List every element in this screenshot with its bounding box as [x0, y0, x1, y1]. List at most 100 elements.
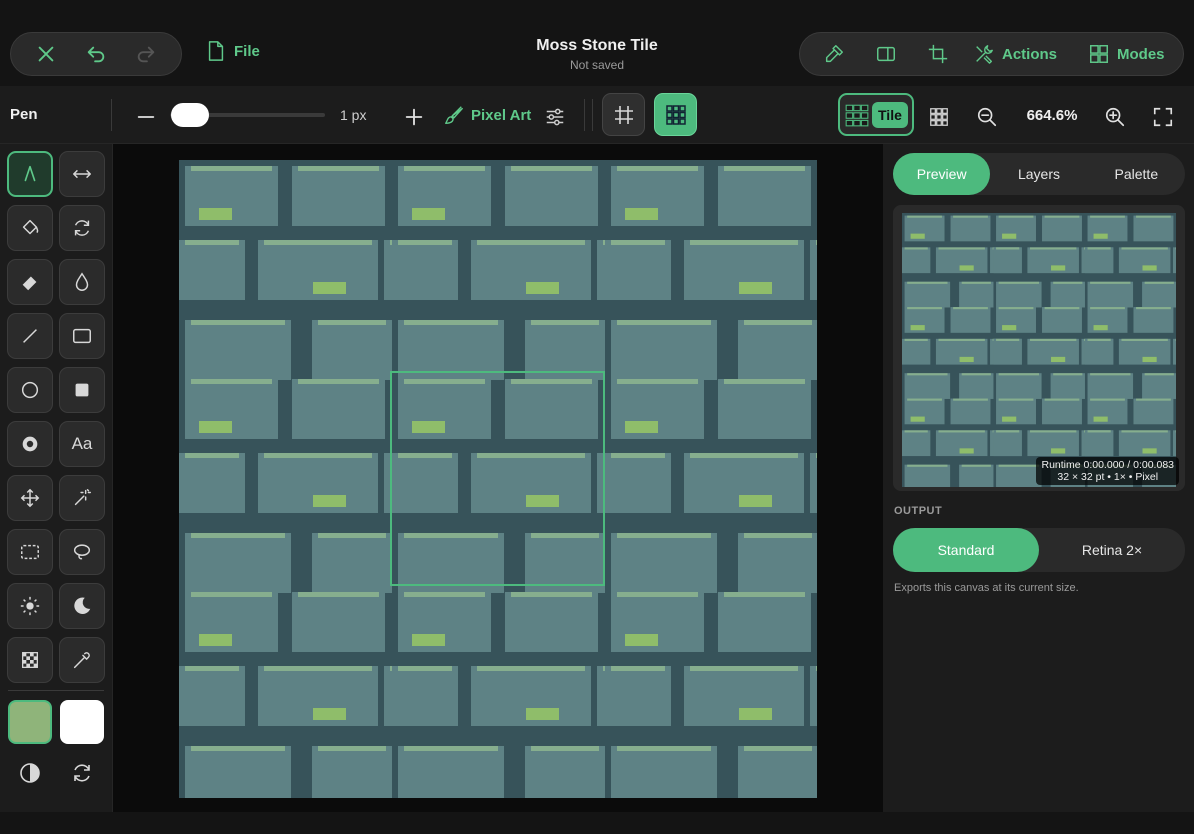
rectangle-tool[interactable] [59, 313, 105, 359]
canvas-brick [185, 320, 291, 380]
canvas-brick-highlight [690, 666, 798, 671]
brush-settings-button[interactable] [808, 37, 860, 71]
tab-palette[interactable]: Palette [1088, 153, 1185, 195]
swap-colors-button[interactable] [59, 760, 105, 786]
grid-modes-icon [1090, 45, 1108, 63]
tile-grid-toggle[interactable] [654, 93, 697, 136]
tile-mode-toggle[interactable]: Tile [838, 93, 914, 136]
line-tool[interactable] [7, 313, 53, 359]
tab-preview[interactable]: Preview [893, 153, 991, 195]
lasso-tool[interactable] [59, 529, 105, 575]
tile-canvas[interactable] [179, 160, 817, 798]
blur-tool[interactable] [59, 259, 105, 305]
file-button[interactable]: File [206, 40, 260, 62]
preview-brick [1142, 281, 1176, 308]
canvas-brick [292, 592, 385, 652]
mirror-tool[interactable] [59, 151, 105, 197]
canvas-brick [392, 240, 458, 300]
inspector-panel: Preview Layers Palette Runtime 0:00.000 … [883, 144, 1194, 812]
runtime-info: Runtime 0:00.000 / 0:00.083 32 × 32 pt •… [1036, 457, 1179, 485]
preview-brick-highlight [998, 307, 1034, 310]
canvas-moss-patch [313, 282, 346, 294]
magic-wand-tool[interactable] [59, 475, 105, 521]
increase-size-button[interactable] [397, 100, 431, 134]
crop-icon [928, 44, 948, 64]
preview-moss-patch [910, 416, 925, 422]
canvas-brick [718, 379, 811, 439]
undo-button[interactable] [79, 37, 113, 71]
preview-brick [950, 307, 991, 333]
canvas-brick-highlight [477, 240, 585, 245]
canvas-brick [505, 592, 598, 652]
lighten-tool[interactable] [7, 583, 53, 629]
ellipse-tool[interactable] [7, 367, 53, 413]
preview-brick [1042, 398, 1082, 425]
tab-layers[interactable]: Layers [990, 153, 1087, 195]
filled-rectangle-tool[interactable] [59, 367, 105, 413]
preview-brick-highlight [904, 338, 928, 341]
zoom-out-button[interactable] [970, 100, 1004, 134]
pixel-grid-toggle[interactable] [602, 93, 645, 136]
brush-size-slider-thumb[interactable] [171, 103, 210, 127]
preview-brick [950, 398, 991, 425]
canvas-moss-patch [526, 708, 559, 720]
zoom-level[interactable]: 664.6% [1018, 107, 1086, 124]
zoom-in-button[interactable] [1098, 100, 1132, 134]
redo-button[interactable] [129, 37, 163, 71]
document-title: Moss Stone Tile [536, 37, 658, 54]
canvas-brick-highlight [531, 533, 599, 538]
sun-icon [20, 596, 40, 616]
decrease-size-button[interactable] [129, 100, 163, 134]
fullscreen-button[interactable] [1146, 100, 1180, 134]
preview-brick [1050, 373, 1085, 399]
preview-brick-highlight [907, 464, 948, 467]
preview-brick-highlight [953, 215, 988, 218]
pixel-art-brush-button[interactable]: Pixel Art [443, 104, 531, 126]
canvas-brick-highlight [398, 666, 452, 671]
canvas-brick-highlight [531, 320, 599, 325]
tile-layout-button[interactable] [922, 100, 956, 134]
primary-color-swatch[interactable] [8, 700, 52, 744]
preview-brick-highlight [996, 247, 1020, 250]
modes-button[interactable]: Modes [1087, 43, 1165, 65]
preview-brick-highlight [998, 464, 1039, 467]
canvas-brick-highlight [298, 166, 379, 171]
brush-options-button[interactable] [538, 100, 572, 134]
toggle-panel-button[interactable] [860, 37, 912, 71]
actions-button[interactable]: Actions [972, 43, 1057, 65]
text-tool[interactable]: Aa [59, 421, 105, 467]
crop-button[interactable] [912, 37, 964, 71]
secondary-color-swatch[interactable] [60, 700, 104, 744]
canvas-brick-highlight [511, 592, 592, 597]
contrast-button[interactable] [7, 760, 53, 786]
preview-brick-highlight [907, 215, 942, 218]
rect-select-tool[interactable] [7, 529, 53, 575]
preview-moss-patch [959, 265, 974, 271]
canvas-brick-highlight [404, 320, 498, 325]
swap-icon [74, 764, 90, 782]
close-button[interactable] [29, 37, 63, 71]
app-window: File Moss Stone Tile Not saved Actions M… [0, 0, 1194, 834]
eraser-tool[interactable] [7, 259, 53, 305]
radial-tool[interactable] [7, 421, 53, 467]
pattern-tool[interactable] [7, 637, 53, 683]
eyedropper-tool[interactable] [59, 637, 105, 683]
canvas-brick-highlight [617, 533, 711, 538]
darken-tool[interactable] [59, 583, 105, 629]
preview-brick-highlight [938, 430, 985, 433]
text-tool-label: Aa [71, 434, 93, 453]
preview-brick-highlight [961, 281, 991, 284]
canvas-brick-highlight [318, 320, 386, 325]
canvas-moss-patch [199, 208, 232, 220]
rotate-tool[interactable] [59, 205, 105, 251]
output-retina[interactable]: Retina 2× [1039, 528, 1185, 572]
preview-brick [904, 281, 951, 308]
canvas-moss-patch [625, 634, 658, 646]
output-standard[interactable]: Standard [893, 528, 1039, 572]
fill-tool[interactable] [7, 205, 53, 251]
canvas-moss-patch [739, 495, 772, 507]
move-tool[interactable] [7, 475, 53, 521]
preview-brick-highlight [1053, 373, 1083, 376]
pen-tool[interactable] [7, 151, 53, 197]
eyedropper-icon [73, 652, 90, 669]
